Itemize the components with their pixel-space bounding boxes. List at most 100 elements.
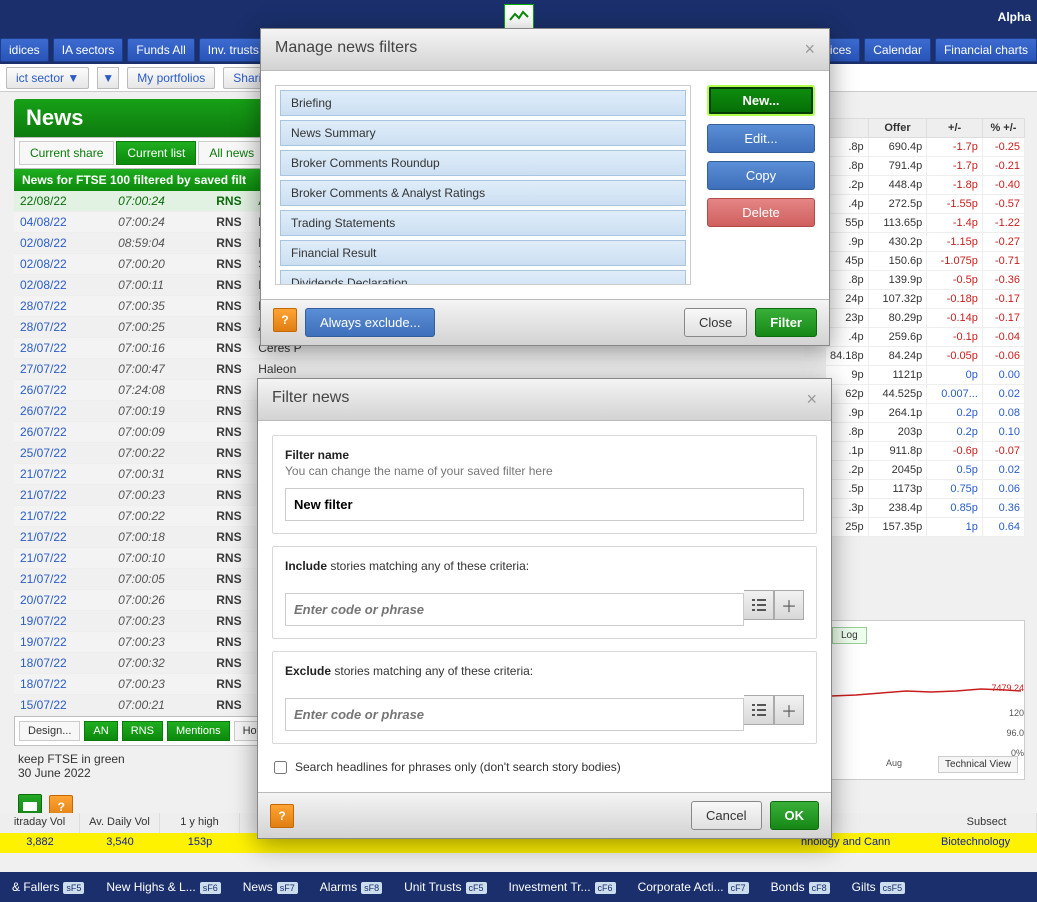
price-row[interactable]: .2p448.4p-1.8p-0.40 xyxy=(826,176,1025,195)
footer-tab[interactable]: AlarmssF8 xyxy=(314,876,388,898)
edit-filter-button[interactable]: Edit... xyxy=(707,124,815,153)
nav-item[interactable]: Financial charts xyxy=(935,38,1037,62)
filter-list-item[interactable]: Trading Statements xyxy=(280,210,686,236)
chevron-down-icon: ▼ xyxy=(102,71,114,85)
help-button[interactable]: ? xyxy=(273,308,297,332)
chip[interactable]: AN xyxy=(84,721,117,741)
filter-news-dialog: Filter news × Filter name You can change… xyxy=(257,378,832,839)
price-row[interactable]: .3p238.4p0.85p0.36 xyxy=(826,499,1025,518)
price-row[interactable]: 24p107.32p-0.18p-0.17 xyxy=(826,290,1025,309)
my-portfolios-button[interactable]: My portfolios xyxy=(127,67,215,89)
chip[interactable]: Design... xyxy=(19,721,80,741)
include-label: Include xyxy=(285,559,327,573)
filter-list-item[interactable]: News Summary xyxy=(280,120,686,146)
svg-text:96.0: 96.0 xyxy=(1006,728,1024,738)
delete-filter-button[interactable]: Delete xyxy=(707,198,815,227)
chevron-down-icon: ▼ xyxy=(67,71,79,85)
price-row[interactable]: .1p911.8p-0.6p-0.07 xyxy=(826,442,1025,461)
cancel-button[interactable]: Cancel xyxy=(691,801,761,830)
footer-tab[interactable]: Corporate Acti...cF7 xyxy=(632,876,755,898)
footer-tab[interactable]: GiltscsF5 xyxy=(846,876,912,898)
price-row[interactable]: .2p2045p0.5p0.02 xyxy=(826,461,1025,480)
headlines-only-checkbox[interactable]: Search headlines for phrases only (don't… xyxy=(272,756,817,778)
filter-name-input[interactable] xyxy=(285,488,804,521)
filter-list-item[interactable]: Dividends Declaration xyxy=(280,270,686,285)
svg-text:Aug: Aug xyxy=(886,758,902,768)
chip[interactable]: RNS xyxy=(122,721,163,741)
news-tab-current-share[interactable]: Current share xyxy=(19,141,114,165)
nav-item[interactable]: Calendar xyxy=(864,38,931,62)
news-tab-current-list[interactable]: Current list xyxy=(116,141,196,165)
chip[interactable]: Mentions xyxy=(167,721,230,741)
copy-filter-button[interactable]: Copy xyxy=(707,161,815,190)
list-icon[interactable] xyxy=(744,695,774,725)
close-icon[interactable]: × xyxy=(806,389,817,410)
restrict-sector-button[interactable]: ict sector ▼ xyxy=(6,67,89,89)
headlines-only-input[interactable] xyxy=(274,761,287,774)
chart-panel: Log 7479.24 120 96.0 0% Aug Sep 22 Techn… xyxy=(825,620,1025,780)
filter-name-help: You can change the name of your saved fi… xyxy=(285,464,804,478)
list-icon[interactable] xyxy=(744,590,774,620)
filter-name-label: Filter name xyxy=(285,448,804,462)
filter-list-item[interactable]: Broker Comments Roundup xyxy=(280,150,686,176)
price-row[interactable]: .4p272.5p-1.55p-0.57 xyxy=(826,195,1025,214)
help-button[interactable]: ? xyxy=(270,804,294,828)
filter-list-item[interactable]: Briefing xyxy=(280,90,686,116)
exclude-group: Exclude stories matching any of these cr… xyxy=(272,651,817,744)
price-table: Offer +/- % +/- .8p690.4p-1.7p-0.25.8p79… xyxy=(825,118,1025,537)
filter-list-item[interactable]: Broker Comments & Analyst Ratings xyxy=(280,180,686,206)
exclude-criteria-input[interactable] xyxy=(285,698,744,731)
col-offer[interactable]: Offer xyxy=(868,119,927,138)
plus-icon[interactable]: ＋ xyxy=(774,695,804,725)
footer-tab[interactable]: Investment Tr...cF6 xyxy=(503,876,622,898)
price-row[interactable]: .8p139.9p-0.5p-0.36 xyxy=(826,271,1025,290)
dialog-title: Manage news filters xyxy=(275,39,417,60)
dialog-title: Filter news xyxy=(272,389,349,410)
price-row[interactable]: 9p1121p0p0.00 xyxy=(826,366,1025,385)
footer-tab[interactable]: New Highs & L...sF6 xyxy=(100,876,226,898)
always-exclude-button[interactable]: Always exclude... xyxy=(305,308,435,337)
price-row[interactable]: .9p264.1p0.2p0.08 xyxy=(826,404,1025,423)
footer-tab[interactable]: Unit TrustscF5 xyxy=(398,876,492,898)
ok-button[interactable]: OK xyxy=(770,801,820,830)
app-logo xyxy=(504,4,534,30)
price-row[interactable]: .4p259.6p-0.1p-0.04 xyxy=(826,328,1025,347)
nav-item[interactable]: idices xyxy=(0,38,49,62)
dropdown-button[interactable]: ▼ xyxy=(97,67,119,89)
price-row[interactable]: 45p150.6p-1.075p-0.71 xyxy=(826,252,1025,271)
manage-filters-dialog: Manage news filters × Briefing News Summa… xyxy=(260,28,830,346)
price-row[interactable]: 55p113.65p-1.4p-1.22 xyxy=(826,214,1025,233)
col-pct[interactable]: % +/- xyxy=(982,119,1024,138)
nav-item[interactable]: Inv. trusts xyxy=(199,38,268,62)
log-button[interactable]: Log xyxy=(832,627,867,644)
footer-tabs: & FallerssF5 New Highs & L...sF6 NewssF7 Al… xyxy=(0,872,1037,902)
price-row[interactable]: .8p791.4p-1.7p-0.21 xyxy=(826,157,1025,176)
close-icon[interactable]: × xyxy=(804,39,815,60)
nav-item[interactable]: IA sectors xyxy=(53,38,124,62)
col-change[interactable]: +/- xyxy=(927,119,983,138)
price-row[interactable]: 84.18p84.24p-0.05p-0.06 xyxy=(826,347,1025,366)
price-row[interactable]: .8p203p0.2p0.10 xyxy=(826,423,1025,442)
price-row[interactable]: 62p44.525p0.007...0.02 xyxy=(826,385,1025,404)
footer-tab[interactable]: & FallerssF5 xyxy=(6,876,90,898)
price-row[interactable]: .5p1173p0.75p0.06 xyxy=(826,480,1025,499)
footer-tab[interactable]: NewssF7 xyxy=(237,876,304,898)
price-row[interactable]: .8p690.4p-1.7p-0.25 xyxy=(826,138,1025,157)
plus-icon[interactable]: ＋ xyxy=(774,590,804,620)
filter-list-item[interactable]: Financial Result xyxy=(280,240,686,266)
nav-item[interactable]: Funds All xyxy=(127,38,194,62)
new-filter-button[interactable]: New... xyxy=(707,85,815,116)
price-row[interactable]: 25p157.35p1p0.64 xyxy=(826,518,1025,537)
news-tab-all-news[interactable]: All news xyxy=(198,141,265,165)
footer-tab[interactable]: BondscF8 xyxy=(765,876,836,898)
filter-list[interactable]: Briefing News Summary Broker Comments Roun… xyxy=(275,85,691,285)
news-row[interactable]: 27/07/2207:00:47RNSHaleon xyxy=(14,359,804,380)
price-row[interactable]: 23p80.29p-0.14p-0.17 xyxy=(826,309,1025,328)
technical-view-button[interactable]: Technical View xyxy=(938,756,1018,773)
close-button[interactable]: Close xyxy=(684,308,747,337)
exclude-label: Exclude xyxy=(285,664,331,678)
include-criteria-input[interactable] xyxy=(285,593,744,626)
price-row[interactable]: .9p430.2p-1.15p-0.27 xyxy=(826,233,1025,252)
filter-button[interactable]: Filter xyxy=(755,308,817,337)
svg-text:7479.24: 7479.24 xyxy=(991,683,1024,693)
